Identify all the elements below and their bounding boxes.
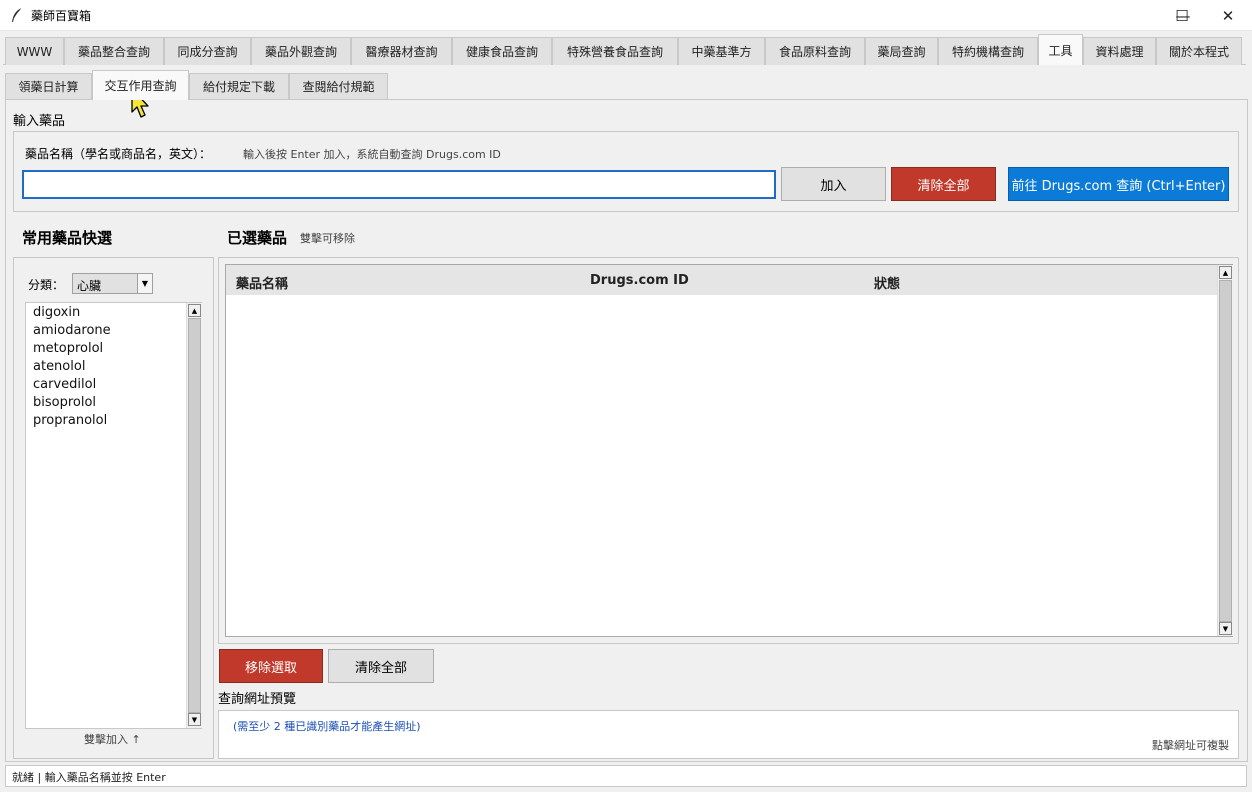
quick-select-title: 常用藥品快選 xyxy=(22,229,113,247)
tab-medical-device[interactable]: 醫療器材查詢 xyxy=(351,37,452,65)
tab-about[interactable]: 關於本程式 xyxy=(1156,37,1242,65)
tab-drug-integrated-search[interactable]: 藥品整合查詢 xyxy=(64,37,164,65)
scroll-down-icon[interactable]: ▼ xyxy=(188,713,201,726)
input-section-title: 輸入藥品 xyxy=(13,114,66,129)
tab-pharmacy-search[interactable]: 藥局查詢 xyxy=(865,37,938,65)
list-item[interactable]: propranolol xyxy=(33,413,107,428)
chevron-down-icon[interactable]: ▼ xyxy=(137,274,152,293)
feather-icon xyxy=(12,7,23,22)
tab-tcm-formula[interactable]: 中藥基準方 xyxy=(678,37,765,65)
column-header-status[interactable]: 狀態 xyxy=(874,273,900,292)
scroll-thumb[interactable] xyxy=(1219,280,1232,622)
input-hint: 輸入後按 Enter 加入，系統自動查詢 Drugs.com ID xyxy=(243,148,501,161)
list-item[interactable]: digoxin xyxy=(33,305,80,320)
status-bar: 就緒 | 輸入藥品名稱並按 Enter xyxy=(5,765,1247,787)
tab-food-ingredient[interactable]: 食品原料查詢 xyxy=(765,37,865,65)
list-item[interactable]: metoprolol xyxy=(33,341,103,356)
selected-drugs-title: 已選藥品 xyxy=(227,229,288,247)
tab-same-ingredient[interactable]: 同成分查詢 xyxy=(164,37,251,65)
quick-drug-list[interactable]: digoxin amiodarone metoprolol atenolol c… xyxy=(25,302,202,729)
title-bar: 藥師百寶箱 — ☐ ✕ xyxy=(0,0,1252,31)
subtab-interaction-check[interactable]: 交互作用查詢 xyxy=(92,70,189,100)
drug-name-label: 藥品名稱（學名或商品名，英文）： xyxy=(25,147,212,161)
url-preview-box[interactable]: (需至少 2 種已識別藥品才能產生網址) 點擊網址可複製 xyxy=(218,710,1239,759)
subtab-payment-rules-download[interactable]: 給付規定下載 xyxy=(189,73,289,99)
category-label: 分類： xyxy=(28,278,65,292)
remove-selected-button[interactable]: 移除選取 xyxy=(219,649,323,683)
tab-www[interactable]: WWW xyxy=(5,37,64,65)
list-item[interactable]: amiodarone xyxy=(33,323,111,338)
column-header-drugs-com-id[interactable]: Drugs.com ID xyxy=(590,273,689,288)
table-scrollbar[interactable]: ▲ ▼ xyxy=(1217,265,1233,636)
list-item[interactable]: carvedilol xyxy=(33,377,96,392)
quick-select-footer-hint: 雙擊加入 ↑ xyxy=(84,733,141,746)
tab-contracted-institution[interactable]: 特約機構查詢 xyxy=(938,37,1038,65)
scroll-up-icon[interactable]: ▲ xyxy=(1219,266,1232,279)
scroll-down-icon[interactable]: ▼ xyxy=(1219,622,1232,635)
maximize-button[interactable]: ☐ xyxy=(1159,0,1205,31)
url-copy-hint: 點擊網址可複製 xyxy=(1152,739,1229,752)
close-icon: ✕ xyxy=(1221,6,1235,25)
subtab-dispense-date[interactable]: 領藥日計算 xyxy=(5,73,92,99)
clear-all-input-button[interactable]: 清除全部 xyxy=(891,167,996,201)
column-header-drug-name[interactable]: 藥品名稱 xyxy=(236,273,288,292)
tab-tools[interactable]: 工具 xyxy=(1038,34,1083,65)
subtab-view-payment-rules[interactable]: 查閱給付規範 xyxy=(289,73,388,99)
tab-special-nutrition[interactable]: 特殊營養食品查詢 xyxy=(552,37,678,65)
tab-data-processing[interactable]: 資料處理 xyxy=(1083,37,1156,65)
list-item[interactable]: bisoprolol xyxy=(33,395,96,410)
list-item[interactable]: atenolol xyxy=(33,359,85,374)
selected-drugs-table[interactable]: 藥品名稱 Drugs.com ID 狀態 ▲ ▼ xyxy=(225,264,1233,637)
close-button[interactable]: ✕ xyxy=(1205,0,1251,31)
scroll-thumb[interactable] xyxy=(188,318,201,713)
drug-name-input[interactable] xyxy=(22,170,776,199)
scroll-up-icon[interactable]: ▲ xyxy=(188,304,201,317)
list-scrollbar[interactable]: ▲ ▼ xyxy=(186,303,202,728)
table-header: 藥品名稱 Drugs.com ID 狀態 xyxy=(226,265,1217,295)
tab-drug-appearance[interactable]: 藥品外觀查詢 xyxy=(251,37,351,65)
clear-all-selected-button[interactable]: 清除全部 xyxy=(328,649,434,683)
category-value: 心臟 xyxy=(77,279,102,293)
goto-drugs-com-button[interactable]: 前往 Drugs.com 查詢 (Ctrl+Enter) xyxy=(1008,167,1229,201)
url-preview-message[interactable]: (需至少 2 種已識別藥品才能產生網址) xyxy=(233,718,421,734)
window-title: 藥師百寶箱 xyxy=(31,9,92,23)
category-select[interactable]: 心臟 ▼ xyxy=(72,273,153,294)
tab-health-food[interactable]: 健康食品查詢 xyxy=(452,37,552,65)
maximize-icon: ☐ xyxy=(1175,6,1189,25)
selected-hint: 雙擊可移除 xyxy=(300,232,355,245)
url-preview-title: 查詢網址預覽 xyxy=(218,692,297,707)
add-button[interactable]: 加入 xyxy=(781,167,886,201)
